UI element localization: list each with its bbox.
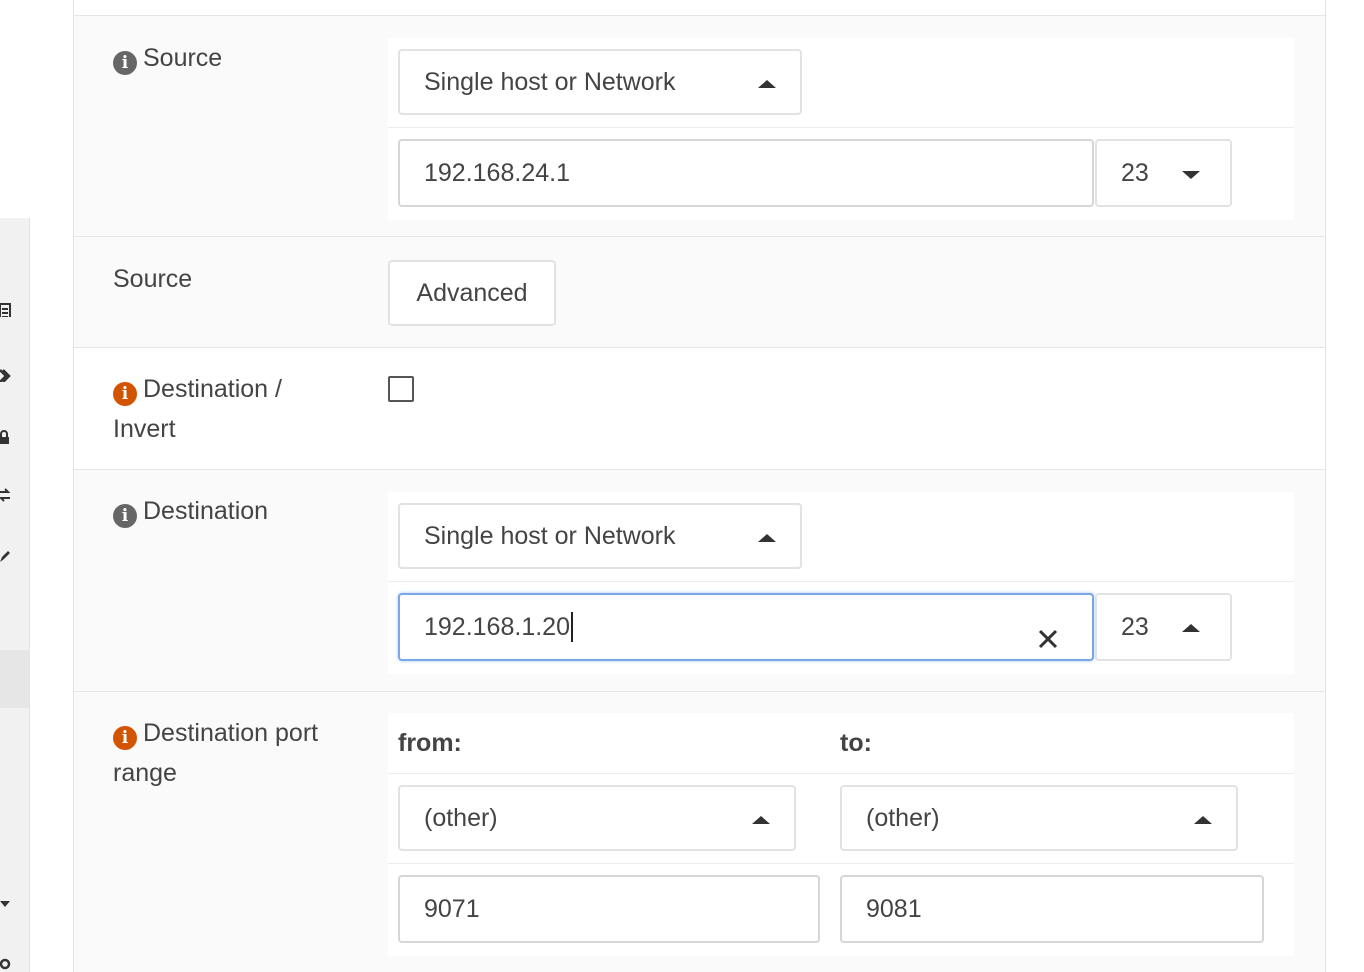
port-range-value-subrow: 9071 9081: [388, 864, 1294, 956]
destination-address-subrow: 192.168.1.20 23: [388, 582, 1294, 674]
destination-invert-row: i Destination / Invert: [74, 347, 1325, 469]
port-range-header-subrow: from: to:: [388, 713, 1294, 774]
from-port-input[interactable]: 9071: [398, 875, 820, 943]
sidebar-top-area: [0, 0, 30, 218]
clear-icon[interactable]: [1034, 613, 1062, 649]
port-range-select-subrow: (other) (other): [388, 774, 1294, 864]
text-cursor: [570, 612, 573, 642]
gear-icon[interactable]: [0, 956, 12, 970]
pencil-icon[interactable]: [0, 548, 12, 562]
previous-row: [74, 0, 1325, 16]
to-label: to:: [840, 729, 872, 757]
sidebar: [0, 0, 30, 972]
source-advanced-row: Source Advanced: [74, 236, 1325, 347]
list-icon[interactable]: [0, 303, 12, 317]
from-port-select[interactable]: (other): [398, 785, 796, 851]
info-icon[interactable]: i: [113, 382, 137, 406]
destination-invert-checkbox[interactable]: [388, 376, 414, 402]
source-address-input[interactable]: 192.168.24.1: [398, 139, 1094, 207]
chevron-down-icon[interactable]: [0, 898, 12, 912]
destination-type-subrow: Single host or Network: [388, 492, 1294, 582]
info-icon[interactable]: i: [113, 504, 137, 528]
source-label: i Source: [113, 38, 222, 78]
destination-mask-select[interactable]: 23: [1095, 593, 1232, 661]
caret-down-icon: [1182, 171, 1200, 179]
destination-invert-label-line2: Invert: [113, 415, 176, 443]
source-address-subrow: 192.168.24.1 23: [388, 128, 1294, 220]
caret-up-icon: [1182, 624, 1200, 632]
destination-address-input[interactable]: 192.168.1.20: [398, 593, 1094, 661]
destination-label: i Destination: [113, 491, 268, 531]
firewall-rule-form: i Source Single host or Network 192.168.2…: [73, 0, 1326, 972]
advanced-button[interactable]: Advanced: [388, 260, 556, 326]
to-port-select[interactable]: (other): [840, 785, 1238, 851]
to-port-input[interactable]: 9081: [840, 875, 1264, 943]
sidebar-active-item[interactable]: [0, 650, 30, 708]
destination-row: i Destination Single host or Network 192.…: [74, 469, 1325, 691]
lock-icon[interactable]: [0, 430, 12, 444]
info-icon[interactable]: i: [113, 51, 137, 75]
port-range-label: i Destination port: [113, 713, 318, 753]
caret-up-icon: [758, 534, 776, 542]
caret-up-icon: [758, 80, 776, 88]
source-row: i Source Single host or Network 192.168.2…: [74, 15, 1325, 237]
caret-up-icon: [752, 816, 770, 824]
source-type-select[interactable]: Single host or Network: [398, 49, 802, 115]
caret-up-icon: [1194, 816, 1212, 824]
destination-port-range-row: i Destination port range from: to: (other…: [74, 691, 1325, 972]
info-icon[interactable]: i: [113, 726, 137, 750]
destination-type-select[interactable]: Single host or Network: [398, 503, 802, 569]
source-type-subrow: Single host or Network: [388, 38, 1294, 128]
port-range-label-line2: range: [113, 759, 177, 787]
source-advanced-label: Source: [113, 265, 193, 293]
transfer-icon[interactable]: [0, 488, 12, 502]
source-mask-select[interactable]: 23: [1095, 139, 1232, 207]
from-label: from:: [398, 729, 462, 757]
destination-invert-label: i Destination /: [113, 369, 282, 409]
tag-icon[interactable]: [0, 368, 12, 382]
